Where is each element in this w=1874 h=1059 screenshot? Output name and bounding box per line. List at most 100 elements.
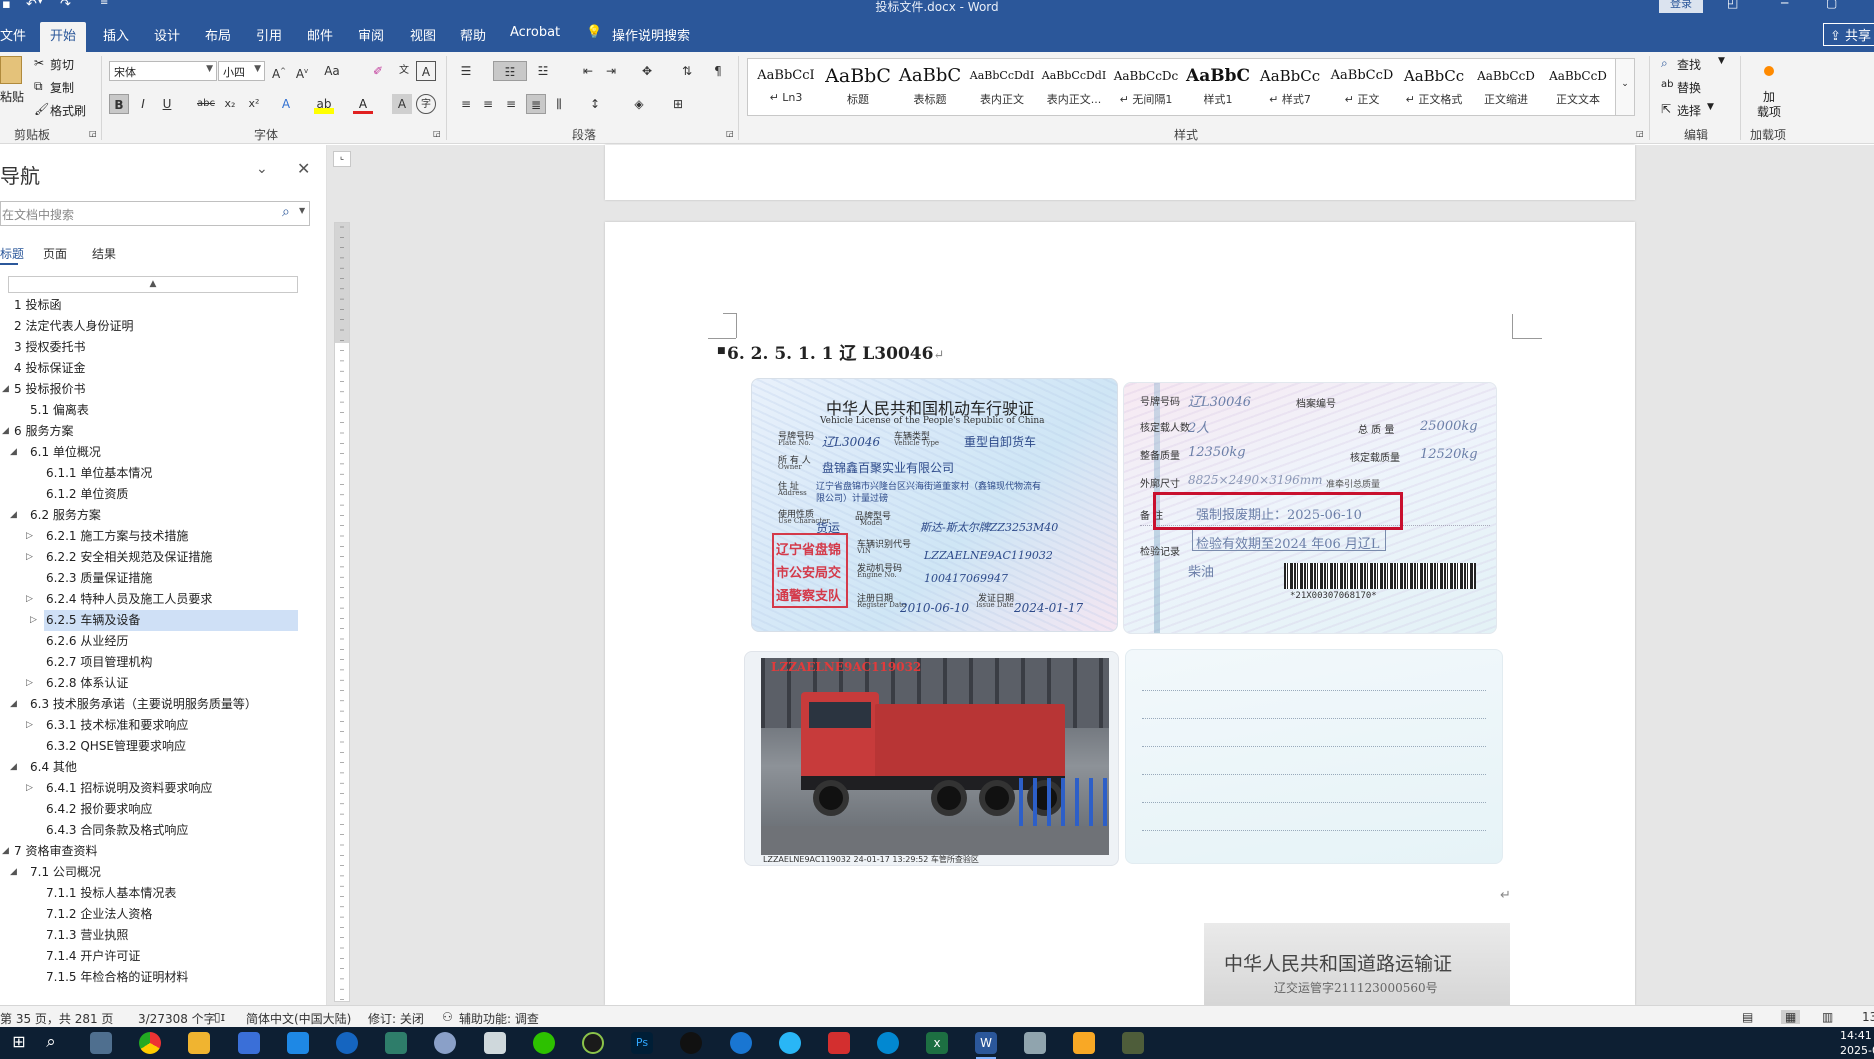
collapse-icon[interactable]: ◢ [10, 442, 17, 463]
paragraph-launcher-icon[interactable]: ◲ [726, 129, 734, 138]
tab-layout[interactable]: 布局 [205, 25, 231, 44]
nav-heading-item[interactable]: ◢ 6.2 服务方案 [0, 505, 300, 526]
numbering-icon[interactable]: ☷ [493, 61, 527, 81]
app-icon[interactable] [238, 1032, 260, 1054]
close-icon[interactable]: ✕ [297, 159, 310, 178]
copy-button[interactable]: 复制 [50, 79, 74, 96]
decrease-indent-icon[interactable]: ⇤ [578, 61, 598, 81]
borders-icon[interactable]: ⊞ [668, 94, 688, 114]
strikethrough-button[interactable]: abc [196, 94, 216, 114]
nav-heading-item[interactable]: 6.4.2 报价要求响应 [0, 799, 300, 820]
nav-heading-item[interactable]: 7.1.5 年检合格的证明材料 [0, 967, 300, 988]
style-no-spacing1[interactable]: AaBbCcDc ↵ 无间隔1 [1110, 61, 1182, 113]
expand-icon[interactable]: ▷ [30, 610, 37, 631]
shrink-font-icon[interactable]: Av [292, 61, 312, 81]
page-count[interactable]: 第 35 页，共 281 页 [0, 1010, 113, 1027]
phonetic-guide-icon[interactable]: 文 [394, 61, 414, 81]
expand-icon[interactable]: ▷ [26, 547, 33, 568]
expand-icon[interactable]: ▷ [26, 589, 33, 610]
font-size-combo[interactable]: 小四 ▼ [218, 61, 265, 81]
chevron-down-icon[interactable]: ▼ [1718, 56, 1725, 66]
character-shading-icon[interactable]: A [392, 94, 412, 114]
sort-icon[interactable]: ⇅ [677, 61, 697, 81]
tab-file[interactable]: 文件 [0, 25, 26, 44]
nav-scroll-top-bar[interactable]: ▲ [8, 276, 298, 293]
print-layout-icon[interactable]: ▦ [1781, 1010, 1801, 1024]
word-count[interactable]: 3/27308 个字 [138, 1010, 216, 1027]
app-icon[interactable] [484, 1032, 506, 1054]
collapse-icon[interactable]: ◢ [10, 757, 17, 778]
find-icon[interactable]: ⌕ [1661, 56, 1668, 71]
nav-heading-item[interactable]: ▷ 6.2.1 施工方案与技术措施 [0, 526, 300, 547]
styles-more-button[interactable]: ⌄ [1615, 58, 1635, 116]
app-icon[interactable] [385, 1032, 407, 1054]
cut-icon[interactable]: ✂ [34, 56, 44, 70]
login-button[interactable]: 登录 [1659, 0, 1703, 13]
tab-acrobat[interactable]: Acrobat [510, 25, 560, 40]
chevron-down-icon[interactable]: ⌄ [256, 161, 268, 177]
ribbon-display-icon[interactable]: ◰ [1727, 0, 1738, 10]
section-heading[interactable]: 6. 2. 5. 1. 1 辽 L30046↵ [727, 339, 944, 364]
nav-heading-item[interactable]: 2 法定代表人身份证明 [0, 316, 300, 337]
replace-button[interactable]: 替换 [1677, 79, 1701, 96]
nav-tab-headings[interactable]: 标题 [0, 245, 24, 262]
nav-heading-item[interactable]: 7.1.4 开户许可证 [0, 946, 300, 967]
tell-me-search[interactable]: 操作说明搜索 [612, 25, 690, 44]
italic-button[interactable]: I [133, 94, 153, 114]
nav-heading-item[interactable]: 6.2.3 质量保证措施 [0, 568, 300, 589]
explorer-icon[interactable] [188, 1032, 210, 1054]
folder-icon[interactable] [1073, 1032, 1095, 1054]
nav-heading-item[interactable]: ◢ 6.3 技术服务承诺（主要说明服务质量等） [0, 694, 300, 715]
search-icon[interactable]: ⌕ [282, 204, 290, 220]
text-effects-icon[interactable]: A [276, 94, 296, 114]
tab-view[interactable]: 视图 [410, 25, 436, 44]
tab-review[interactable]: 审阅 [358, 25, 384, 44]
nav-heading-item[interactable]: 3 授权委托书 [0, 337, 300, 358]
web-layout-icon[interactable]: ▥ [1822, 1010, 1833, 1024]
nav-heading-item[interactable]: ▷ 6.3.1 技术标准和要求响应 [0, 715, 300, 736]
nav-tab-pages[interactable]: 页面 [43, 245, 67, 262]
word-icon[interactable]: W [975, 1032, 997, 1054]
app-icon[interactable] [434, 1032, 456, 1054]
accessibility-icon[interactable]: ⚇ [442, 1010, 453, 1024]
nav-heading-item[interactable]: ◢ 6 服务方案 [0, 421, 300, 442]
underline-button[interactable]: U [157, 94, 177, 114]
search-icon[interactable]: ⌕ [40, 1032, 62, 1054]
nav-heading-item[interactable]: 6.2.7 项目管理机构 [0, 652, 300, 673]
excel-icon[interactable]: x [926, 1032, 948, 1054]
collapse-icon[interactable]: ◢ [10, 862, 17, 883]
nav-heading-item[interactable]: ▷ 6.2.2 安全相关规范及保证措施 [0, 547, 300, 568]
format-painter-button[interactable]: 格式刷 [50, 102, 86, 119]
app-icon[interactable] [1024, 1032, 1046, 1054]
select-button[interactable]: 选择 [1677, 102, 1701, 119]
nav-tab-results[interactable]: 结果 [92, 245, 116, 262]
expand-icon[interactable]: ▷ [26, 715, 33, 736]
zoom-level[interactable]: 13 [1862, 1010, 1874, 1024]
style-title[interactable]: AaBbC 标题 [822, 61, 894, 113]
accessibility-status[interactable]: 辅助功能: 调查 [459, 1010, 539, 1027]
app-icon[interactable] [877, 1032, 899, 1054]
chevron-down-icon[interactable]: ▼ [299, 206, 305, 215]
windows-start-icon[interactable]: ⊞ [8, 1032, 30, 1054]
style-ln3[interactable]: AaBbCcI ↵ Ln3 [750, 61, 822, 113]
subscript-button[interactable]: x₂ [220, 94, 240, 114]
track-changes[interactable]: 修订: 关闭 [368, 1010, 424, 1027]
tab-references[interactable]: 引用 [256, 25, 282, 44]
nav-heading-item[interactable]: 5.1 偏离表 [0, 400, 300, 421]
find-button[interactable]: 查找 [1677, 56, 1701, 73]
styles-launcher-icon[interactable]: ◲ [1636, 129, 1644, 138]
nav-heading-item[interactable]: 7.1.2 企业法人资格 [0, 904, 300, 925]
align-center-icon[interactable]: ≡ [478, 94, 498, 114]
font-color-icon[interactable]: A [353, 94, 373, 114]
grow-font-icon[interactable]: A^ [269, 61, 289, 81]
justify-icon[interactable]: ≣ [526, 94, 546, 114]
change-case-icon[interactable]: Aa [322, 61, 342, 81]
nav-heading-item[interactable]: 6.1.1 单位基本情况 [0, 463, 300, 484]
align-right-icon[interactable]: ≡ [501, 94, 521, 114]
nav-heading-item[interactable]: 1 投标函 [0, 295, 300, 316]
expand-icon[interactable]: ▷ [26, 673, 33, 694]
tab-mailings[interactable]: 邮件 [307, 25, 333, 44]
addins-icon[interactable] [1764, 66, 1774, 76]
collapse-icon[interactable]: ◢ [10, 694, 17, 715]
collapse-icon[interactable]: ◢ [10, 505, 17, 526]
